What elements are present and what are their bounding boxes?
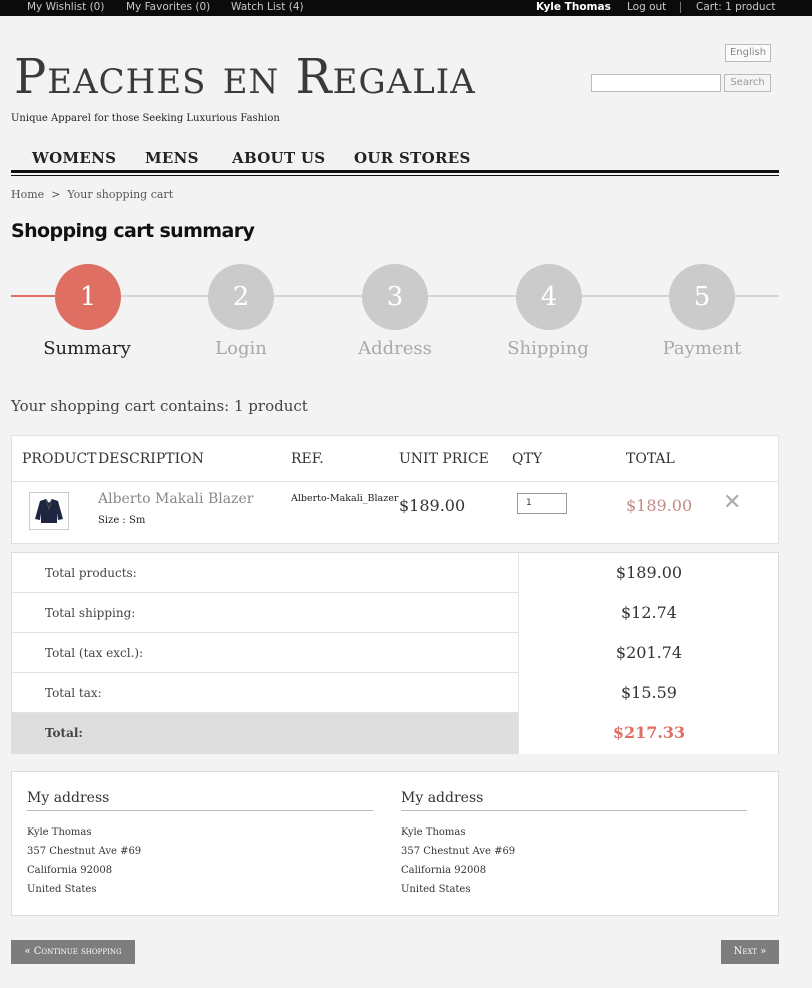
column-header-unit-price: UNIT PRICE — [399, 451, 489, 467]
site-logo[interactable]: Peaches en Regalia — [14, 47, 476, 107]
grand-total-label: Total: — [45, 726, 83, 740]
step-5-label: Payment — [662, 338, 742, 359]
step-3-label: Address — [358, 338, 432, 359]
totals-value-cell: $12.74 — [518, 593, 778, 633]
wishlist-link[interactable]: My Wishlist (0) — [27, 1, 104, 13]
blazer-image — [35, 498, 63, 523]
addresses-panel: My address Kyle Thomas 357 Chestnut Ave … — [11, 771, 779, 916]
breadcrumb-separator: > — [51, 188, 61, 201]
column-header-description: DESCRIPTION — [98, 451, 204, 467]
step-2-label: Login — [215, 338, 267, 359]
favorites-link[interactable]: My Favorites (0) — [126, 1, 210, 13]
delivery-address: My address Kyle Thomas 357 Chestnut Ave … — [27, 790, 373, 895]
address-title: My address — [401, 790, 747, 811]
totals-value: $189.00 — [615, 563, 683, 582]
product-ref: Alberto-Makali_Blazer — [291, 493, 399, 504]
address-line: California 92008 — [401, 865, 487, 876]
address-line: Kyle Thomas — [27, 827, 92, 838]
tagline: Unique Apparel for those Seeking Luxurio… — [11, 113, 280, 124]
totals-value: $15.59 — [621, 683, 677, 702]
column-header-product: PRODUCT — [22, 451, 97, 467]
totals-row-tax: Total tax: $15.59 — [12, 673, 778, 713]
remove-item-icon[interactable]: ✕ — [723, 490, 741, 515]
totals-row-grand-total: Total: $217.33 — [12, 713, 778, 754]
nav-item-mens[interactable]: MENS — [145, 149, 199, 167]
product-name[interactable]: Alberto Makali Blazer — [98, 491, 253, 507]
topbar-divider — [680, 2, 681, 13]
table-row: Alberto Makali Blazer Size : Sm Alberto-… — [12, 482, 741, 544]
step-3-circle[interactable]: 3 — [362, 264, 428, 330]
breadcrumb-current: Your shopping cart — [67, 188, 174, 201]
cart-table-header: PRODUCT DESCRIPTION REF. UNIT PRICE QTY … — [12, 436, 778, 482]
search-input[interactable] — [591, 74, 721, 92]
product-thumbnail[interactable] — [29, 492, 69, 530]
nav-item-our-stores[interactable]: OUR STORES — [354, 149, 471, 167]
step-progress-line — [11, 295, 55, 297]
continue-shopping-button[interactable]: « Continue shopping — [11, 940, 135, 964]
nav-divider — [11, 170, 779, 173]
next-button[interactable]: Next » — [721, 940, 779, 964]
breadcrumb-home[interactable]: Home — [11, 188, 44, 201]
column-header-qty: QTY — [512, 451, 543, 467]
address-line: 357 Chestnut Ave #69 — [27, 846, 142, 857]
step-4-label: Shipping — [507, 338, 589, 359]
nav-divider-thin — [11, 175, 779, 176]
cart-table: PRODUCT DESCRIPTION REF. UNIT PRICE QTY … — [11, 435, 779, 544]
totals-value-cell: $189.00 — [518, 553, 778, 593]
cart-summary-text: Your shopping cart contains: 1 product — [11, 397, 308, 415]
product-size: Size : Sm — [98, 515, 146, 526]
invoice-address: My address Kyle Thomas 357 Chestnut Ave … — [401, 790, 747, 895]
quantity-input[interactable]: 1 — [517, 493, 567, 514]
totals-label: Total tax: — [45, 686, 102, 700]
address-title: My address — [27, 790, 373, 811]
step-5-circle[interactable]: 5 — [669, 264, 735, 330]
step-2-circle[interactable]: 2 — [208, 264, 274, 330]
address-line: California 92008 — [27, 865, 113, 876]
column-header-total: TOTAL — [626, 451, 675, 467]
user-name[interactable]: Kyle Thomas — [536, 1, 611, 13]
totals-value-cell: $201.74 — [518, 633, 778, 673]
totals-label: Total shipping: — [45, 606, 136, 620]
totals-table: Total products: $189.00 Total shipping: … — [11, 552, 779, 754]
nav-item-about-us[interactable]: ABOUT US — [232, 149, 325, 167]
totals-label: Total products: — [45, 566, 137, 580]
totals-row-tax-excl: Total (tax excl.): $201.74 — [12, 633, 778, 673]
step-4-circle[interactable]: 4 — [516, 264, 582, 330]
logout-link[interactable]: Log out — [627, 1, 666, 13]
totals-value: $12.74 — [621, 603, 677, 622]
address-line: Kyle Thomas — [401, 827, 466, 838]
breadcrumb: Home > Your shopping cart — [11, 188, 173, 201]
search-button[interactable]: Search — [724, 74, 771, 92]
address-line: United States — [27, 884, 97, 895]
address-line: United States — [401, 884, 471, 895]
totals-row-shipping: Total shipping: $12.74 — [12, 593, 778, 633]
step-1-label: Summary — [43, 338, 131, 359]
top-bar: My Wishlist (0) My Favorites (0) Watch L… — [0, 0, 812, 16]
totals-label: Total (tax excl.): — [45, 646, 144, 660]
address-line: 357 Chestnut Ave #69 — [401, 846, 516, 857]
product-unit-price: $189.00 — [399, 496, 466, 515]
totals-value-cell: $15.59 — [518, 673, 778, 713]
product-total: $189.00 — [626, 496, 693, 515]
page-title: Shopping cart summary — [11, 220, 255, 242]
grand-total-value-cell: $217.33 — [518, 713, 778, 754]
nav-item-womens[interactable]: WOMENS — [32, 149, 116, 167]
totals-row-products: Total products: $189.00 — [12, 553, 778, 593]
totals-value: $201.74 — [615, 643, 683, 662]
watchlist-link[interactable]: Watch List (4) — [231, 1, 304, 13]
grand-total-value: $217.33 — [612, 723, 686, 742]
step-1-circle[interactable]: 1 — [55, 264, 121, 330]
column-header-ref: REF. — [291, 451, 324, 467]
language-selector[interactable]: English — [725, 44, 771, 62]
cart-link[interactable]: Cart: 1 product — [696, 1, 775, 13]
